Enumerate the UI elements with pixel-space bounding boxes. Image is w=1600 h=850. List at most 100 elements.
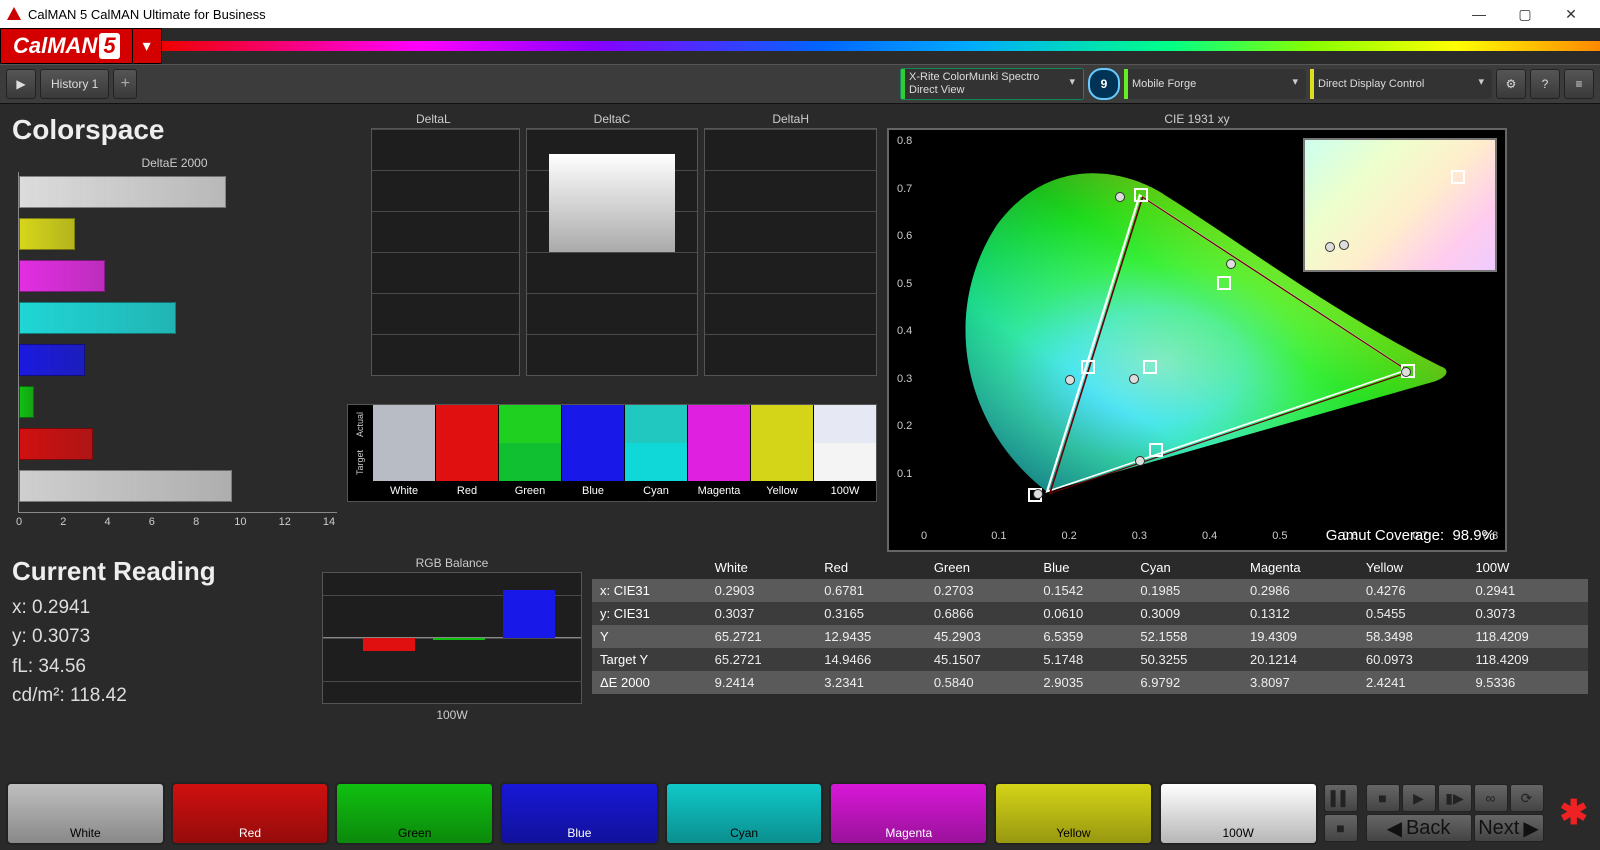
deltae-bar-yellow [19,218,75,250]
deltae-bar-white [19,176,226,208]
rgb-bar-G [433,638,485,640]
refresh-button[interactable]: ⟳ [1510,784,1544,812]
deltac-chart: DeltaC 100W [526,112,699,376]
cie-measured-point [1129,374,1139,384]
toolbar: ▶ History 1 + X-Rite ColorMunki SpectroD… [0,64,1600,104]
settings-button[interactable]: ⚙ [1496,69,1526,99]
menu-icon: ≡ [1575,77,1582,91]
swatch-target-magenta [687,443,750,481]
help-icon: ? [1542,77,1549,91]
swatch-actual-white [372,405,435,443]
cie-measured-point [1065,375,1075,385]
swatch-actual-cyan [624,405,687,443]
color-button-blue[interactable]: Blue [500,782,659,845]
spectrum-stripe [162,41,1600,51]
menu-button[interactable]: ≡ [1564,69,1594,99]
pause-button[interactable]: ▌▌ [1324,784,1358,812]
window-title: CalMAN 5 CalMAN Ultimate for Business [28,7,266,22]
data-table: WhiteRedGreenBlueCyanMagentaYellow100Wx:… [592,556,1588,724]
cie-target-point [1149,443,1163,457]
swatch-actual-green [498,405,561,443]
loop-button[interactable]: ∞ [1474,784,1508,812]
reading-y: y: 0.3073 [12,622,312,651]
close-button[interactable]: ✕ [1548,0,1594,28]
swatch-target-blue [561,443,624,481]
transport-controls: ■ ▶ ▮▶ ∞ ⟳ ◀ Back Next ▶ [1366,784,1544,842]
deltae-bar-green [19,386,34,418]
play-button[interactable]: ▶ [6,69,36,99]
cie-target-point [1217,276,1231,290]
swatch-target-red [435,443,498,481]
rgb-bar-R [363,638,415,651]
swatch-target-100w [813,443,876,481]
reading-fl: fL: 34.56 [12,652,312,681]
minimize-button[interactable]: — [1456,0,1502,28]
swatch-target-yellow [750,443,813,481]
asterisk-icon: ✱ [1560,793,1589,833]
meter-count-badge[interactable]: 9 [1088,68,1120,100]
deltae-bar-blue [19,344,85,376]
swatch-actual-yellow [750,405,813,443]
deltae-chart-title: DeltaE 2000 [12,156,337,170]
color-button-magenta[interactable]: Magenta [829,782,988,845]
cie-measured-point [1115,192,1125,202]
cie-measured-point [1135,456,1145,466]
rgb-balance-chart: -20020 [322,572,582,704]
step-button[interactable]: ▮▶ [1438,784,1472,812]
cie-chart: 00.10.20.30.40.50.60.70.80.10.20.30.40.5… [887,128,1507,552]
swatch-target-white [372,443,435,481]
color-button-cyan[interactable]: Cyan [665,782,824,845]
rgb-bar-B [503,590,555,638]
swatch-actual-magenta [687,405,750,443]
deltal-chart: DeltaL -15-10-5051015100W [347,112,520,376]
swatch-actual-red [435,405,498,443]
brand-bar: CalMAN5 ▾ [0,28,1600,64]
gamut-coverage-label: Gamut Coverage: 98.9% [1326,527,1495,544]
cie-inset-zoom [1303,138,1497,272]
swatch-target-green [498,443,561,481]
swatch-panel: Actual Target WhiteRedGreenBlueCyanMagen… [347,404,877,502]
tab-history[interactable]: History 1 [40,69,109,99]
next-button[interactable]: Next ▶ [1474,814,1544,842]
run-button[interactable]: ▶ [1402,784,1436,812]
reading-x: x: 0.2941 [12,593,312,622]
meter-source-dropdown[interactable]: X-Rite ColorMunki SpectroDirect View [900,68,1084,100]
gear-icon: ⚙ [1506,77,1517,91]
color-button-white[interactable]: White [6,782,165,845]
deltae-bar-red [19,428,93,460]
swatch-actual-blue [561,405,624,443]
swatch-actual-100w [813,405,876,443]
deltae-bar-cyan [19,302,176,334]
color-button-red[interactable]: Red [171,782,330,845]
generator-source-dropdown[interactable]: Mobile Forge [1124,69,1306,99]
deltah-chart: DeltaH 100W [704,112,877,376]
current-reading-panel: Current Reading x: 0.2941 y: 0.3073 fL: … [12,556,312,724]
deltae-chart: 02468101214 [18,172,337,513]
color-button-yellow[interactable]: Yellow [994,782,1153,845]
maximize-button[interactable]: ▢ [1502,0,1548,28]
back-button[interactable]: ◀ Back [1366,814,1472,842]
cie-target-point [1143,360,1157,374]
add-tab-button[interactable]: + [113,69,137,99]
rec-stop-button[interactable]: ■ [1366,784,1400,812]
bottom-bar: WhiteRedGreenBlueCyanMagentaYellow100W ▌… [0,776,1600,850]
display-source-dropdown[interactable]: Direct Display Control [1310,69,1492,99]
cie-measured-point [1226,259,1236,269]
stop-button[interactable]: ■ [1324,814,1358,842]
deltae-bar-magenta [19,260,105,292]
cie-panel: CIE 1931 xy [887,112,1507,552]
reading-cdm2: cd/m²: 118.42 [12,681,312,710]
brand-menu-dropdown[interactable]: ▾ [133,28,162,64]
deltae-panel: Colorspace DeltaE 2000 02468101214 [12,112,337,552]
delta-panels: DeltaL -15-10-5051015100W DeltaC 100W De… [347,112,877,552]
rgb-balance-panel: RGB Balance -20020 100W [322,556,582,724]
window-titlebar: CalMAN 5 CalMAN Ultimate for Business — … [0,0,1600,28]
color-button-green[interactable]: Green [335,782,494,845]
swatch-target-cyan [624,443,687,481]
app-icon [6,6,22,22]
brand-logo: CalMAN5 [0,28,133,64]
deltae-bar-100w [19,470,232,502]
color-button-100w[interactable]: 100W [1159,782,1318,845]
cie-target-point [1081,360,1095,374]
help-button[interactable]: ? [1530,69,1560,99]
